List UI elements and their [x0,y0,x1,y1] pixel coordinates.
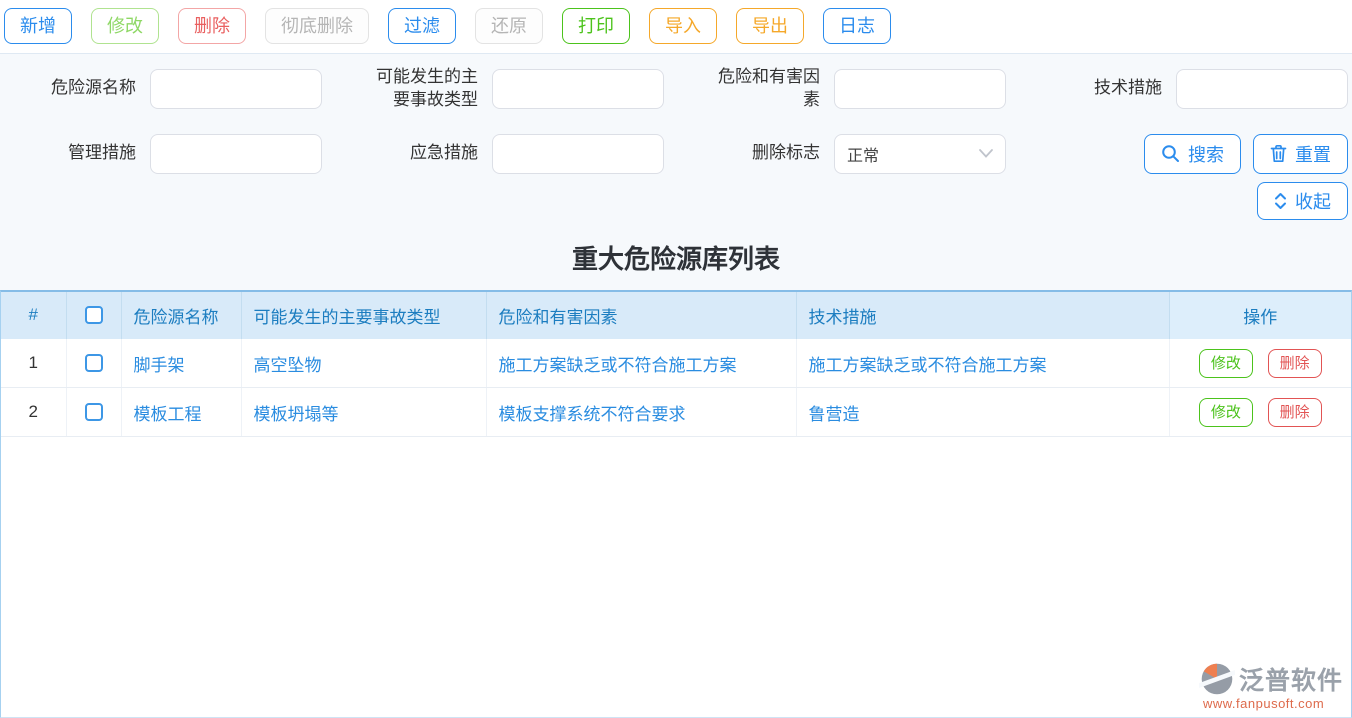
hazard-factors-label: 危险和有害因素 [708,66,820,112]
management-measures-label: 管理措施 [24,142,136,165]
filter-field-delete-flag: 删除标志 正常 [708,134,1006,174]
toolbar-add-button[interactable]: 新增 [4,8,72,44]
row-select-cell [66,339,121,388]
hazard-factors-input[interactable] [834,69,1006,109]
row-index: 2 [1,388,66,437]
row-edit-button[interactable]: 修改 [1199,398,1253,427]
toolbar-log-button[interactable]: 日志 [823,8,891,44]
cell-hazard-factors: 施工方案缺乏或不符合施工方案 [486,339,796,388]
emergency-measures-label: 应急措施 [366,142,478,165]
accident-type-label: 可能发生的主要事故类型 [366,66,478,112]
table-header-row: # 危险源名称 可能发生的主要事故类型 危险和有害因素 技术措施 操作 [1,292,1351,339]
row-edit-button[interactable]: 修改 [1199,349,1253,378]
header-accident-type: 可能发生的主要事故类型 [241,292,486,339]
toolbar-purge-button[interactable]: 彻底删除 [265,8,369,44]
cell-accident-type: 模板坍塌等 [241,388,486,437]
filter-field-hazard-name: 危险源名称 [24,69,322,109]
cell-hazard-name: 模板工程 [121,388,241,437]
fanpu-logo-icon [1199,661,1235,697]
cell-hazard-name: 脚手架 [121,339,241,388]
reset-button-label: 重置 [1295,141,1331,167]
toolbar-filter-button[interactable]: 过滤 [388,8,456,44]
table-row: 2 模板工程 模板坍塌等 模板支撑系统不符合要求 鲁营造 修改 删除 [1,388,1351,437]
toolbar-edit-button[interactable]: 修改 [91,8,159,44]
emergency-measures-input[interactable] [492,134,664,174]
header-hazard-factors: 危险和有害因素 [486,292,796,339]
brand-name: 泛普软件 [1239,661,1343,697]
header-index: # [1,292,66,339]
reset-button[interactable]: 重置 [1253,134,1348,174]
search-icon [1161,144,1180,163]
trash-icon [1270,144,1287,163]
search-button[interactable]: 搜索 [1144,134,1241,174]
toolbar: 新增 修改 删除 彻底删除 过滤 还原 打印 导入 导出 日志 [0,0,1352,54]
technical-measures-input[interactable] [1176,69,1348,109]
chevron-down-icon [979,149,993,158]
toolbar-delete-button[interactable]: 删除 [178,8,246,44]
filter-field-accident-type: 可能发生的主要事故类型 [366,66,664,112]
header-hazard-name: 危险源名称 [121,292,241,339]
collapse-updown-icon [1274,192,1287,210]
cell-technical-measures: 施工方案缺乏或不符合施工方案 [796,339,1169,388]
cell-technical-measures: 鲁营造 [796,388,1169,437]
management-measures-input[interactable] [150,134,322,174]
collapse-button[interactable]: 收起 [1257,182,1348,220]
search-button-label: 搜索 [1188,141,1224,167]
row-delete-button[interactable]: 删除 [1268,398,1322,427]
row-index: 1 [1,339,66,388]
toolbar-print-button[interactable]: 打印 [562,8,630,44]
cell-actions: 修改 删除 [1169,339,1351,388]
table-row: 1 脚手架 高空坠物 施工方案缺乏或不符合施工方案 施工方案缺乏或不符合施工方案… [1,339,1351,388]
delete-flag-select[interactable]: 正常 [834,134,1006,174]
hazard-name-label: 危险源名称 [24,77,136,100]
filter-field-technical-measures: 技术措施 [1050,69,1348,109]
cell-actions: 修改 删除 [1169,388,1351,437]
hazard-table: # 危险源名称 可能发生的主要事故类型 危险和有害因素 技术措施 操作 1 脚手… [1,292,1351,438]
hazard-table-container: # 危险源名称 可能发生的主要事故类型 危险和有害因素 技术措施 操作 1 脚手… [0,290,1352,718]
row-checkbox[interactable] [85,403,103,421]
technical-measures-label: 技术措施 [1050,77,1162,100]
row-select-cell [66,388,121,437]
collapse-button-label: 收起 [1295,188,1331,214]
cell-hazard-factors: 模板支撑系统不符合要求 [486,388,796,437]
delete-flag-label: 删除标志 [708,142,820,165]
header-select-all [66,292,121,339]
toolbar-import-button[interactable]: 导入 [649,8,717,44]
row-delete-button[interactable]: 删除 [1268,349,1322,378]
fanpu-brand: 泛普软件 www.fanpusoft.com [1199,661,1343,711]
cell-accident-type: 高空坠物 [241,339,486,388]
filter-field-hazard-factors: 危险和有害因素 [708,66,1006,112]
accident-type-input[interactable] [492,69,664,109]
row-checkbox[interactable] [85,354,103,372]
filter-panel: 危险源名称 可能发生的主要事故类型 危险和有害因素 技术措施 管理措施 应急措施… [0,54,1352,220]
filter-field-emergency-measures: 应急措施 [366,134,664,174]
hazard-name-input[interactable] [150,69,322,109]
select-all-checkbox[interactable] [85,306,103,324]
filter-field-management-measures: 管理措施 [24,134,322,174]
toolbar-restore-button[interactable]: 还原 [475,8,543,44]
toolbar-export-button[interactable]: 导出 [736,8,804,44]
header-actions: 操作 [1169,292,1351,339]
header-technical-measures: 技术措施 [796,292,1169,339]
brand-website: www.fanpusoft.com [1199,696,1324,711]
delete-flag-selected-value: 正常 [847,142,879,166]
page-title: 重大危险源库列表 [0,239,1352,276]
